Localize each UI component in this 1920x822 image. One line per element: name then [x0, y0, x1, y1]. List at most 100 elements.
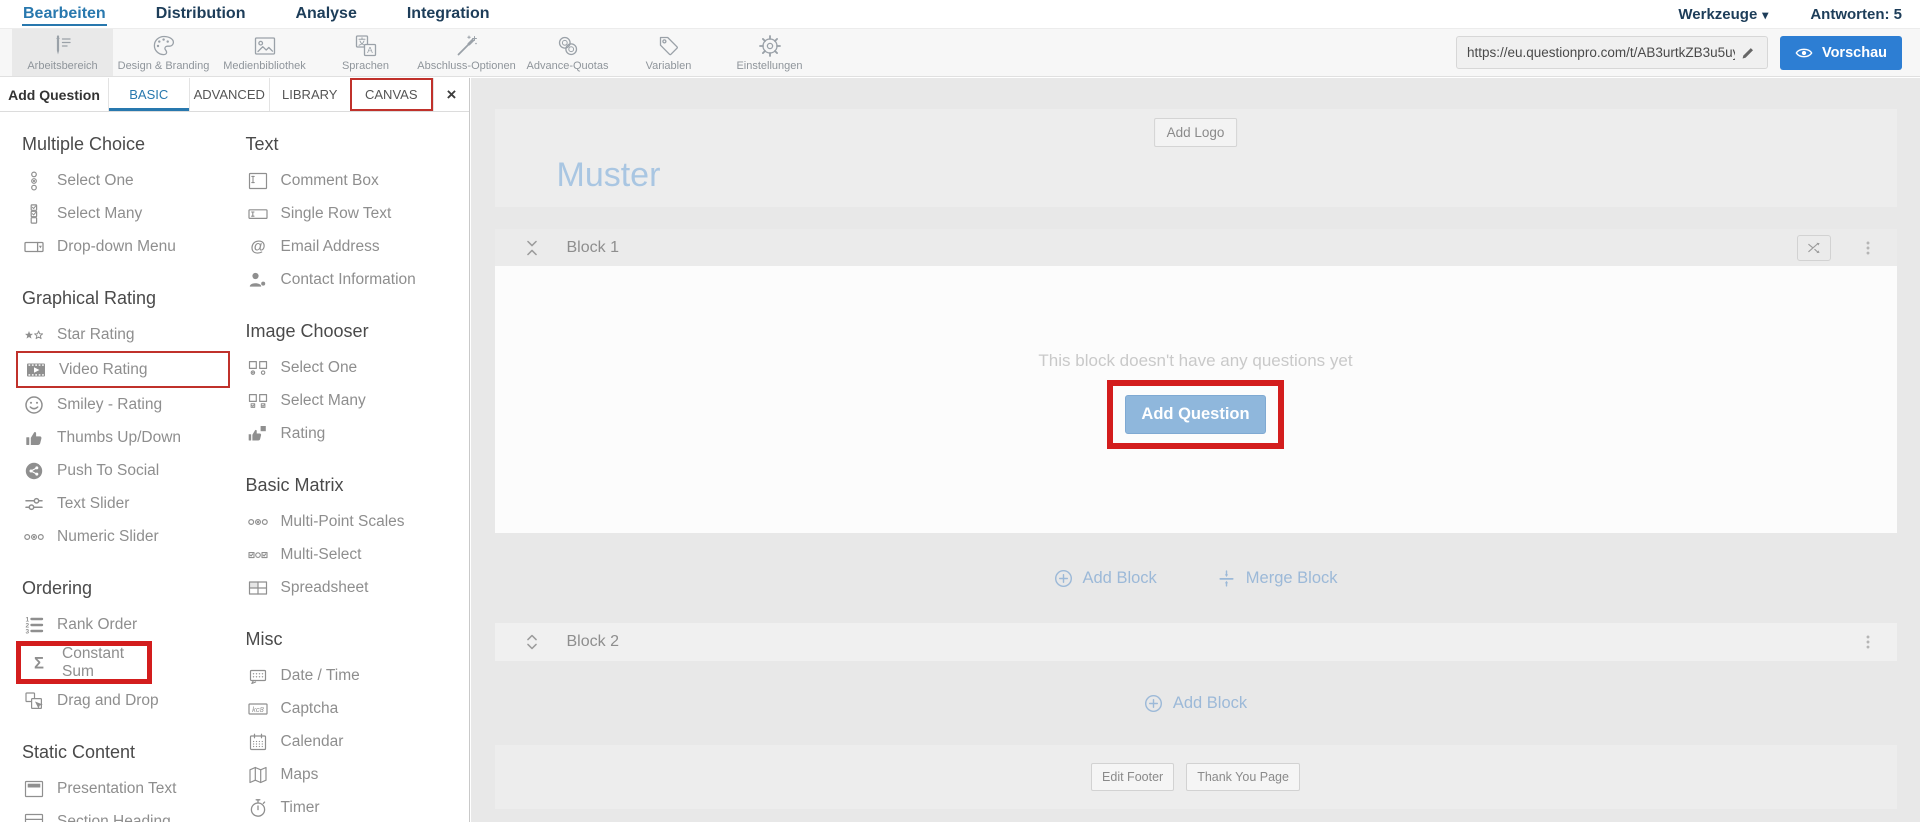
- add-block-button-2[interactable]: Add Block: [1144, 694, 1247, 713]
- section-title: Multiple Choice: [22, 134, 246, 155]
- randomize-questions-button[interactable]: [1797, 235, 1831, 261]
- question-type-label: Select One: [57, 172, 134, 190]
- presentation-icon: [22, 778, 46, 799]
- collapse-icon[interactable]: [523, 239, 541, 257]
- thumb-icon: [22, 427, 46, 448]
- toolbar-arbeitsbereich[interactable]: Arbeitsbereich: [12, 29, 113, 76]
- question-type-presentation-text[interactable]: Presentation Text: [22, 772, 246, 805]
- question-type-comment-box[interactable]: Comment Box: [246, 164, 470, 197]
- toolbar-label: Variablen: [646, 60, 692, 72]
- question-type-captcha[interactable]: kc8Captcha: [246, 692, 470, 725]
- nav-bearbeiten[interactable]: Bearbeiten: [22, 3, 107, 26]
- question-type-email-address[interactable]: @Email Address: [246, 230, 470, 263]
- question-type-push-to-social[interactable]: Push To Social: [22, 454, 246, 487]
- question-type-select-many[interactable]: Select Many: [246, 384, 470, 417]
- question-type-label: Select One: [281, 359, 358, 377]
- nav-analyse[interactable]: Analyse: [294, 3, 357, 26]
- question-type-spreadsheet[interactable]: Spreadsheet: [246, 571, 470, 604]
- toolbar-sprachen[interactable]: ASprachen: [315, 29, 416, 76]
- editor-toolbar: ArbeitsbereichDesign & Branding Medienbib…: [0, 28, 1920, 77]
- add-block-button[interactable]: Add Block: [1054, 569, 1157, 588]
- toolbar-einstellungen[interactable]: Einstellungen: [719, 29, 820, 76]
- question-type-timer[interactable]: Timer: [246, 791, 470, 822]
- question-type-contact-information[interactable]: Contact Information: [246, 263, 470, 296]
- spreadsheet-icon: [246, 577, 270, 598]
- nav-integration[interactable]: Integration: [406, 3, 491, 26]
- question-type-drop-down-menu[interactable]: Drop-down Menu: [22, 230, 246, 263]
- question-type-constant-sum[interactable]: ΣConstant Sum: [16, 641, 152, 684]
- tab-basic[interactable]: BASIC: [108, 78, 189, 111]
- question-type-smiley-rating[interactable]: Smiley - Rating: [22, 388, 246, 421]
- question-type-single-row-text[interactable]: Single Row Text: [246, 197, 470, 230]
- add-block-row: Add Block: [495, 661, 1897, 745]
- kebab-menu-icon[interactable]: [1859, 633, 1877, 651]
- question-type-label: Rating: [281, 425, 326, 443]
- toolbar-label: Medienbibliothek: [223, 60, 306, 72]
- toolbar-advance-quotas[interactable]: Advance-Quotas: [517, 29, 618, 76]
- slider-dots-icon: [22, 526, 46, 547]
- question-type-label: Star Rating: [57, 326, 135, 344]
- toolbar-variablen[interactable]: Variablen: [618, 29, 719, 76]
- block-title: Block 1: [567, 239, 619, 257]
- question-type-multi-point-scales[interactable]: Multi-Point Scales: [246, 505, 470, 538]
- question-type-video-rating[interactable]: Video Rating: [16, 351, 230, 388]
- tab-library[interactable]: LIBRARY: [269, 78, 350, 111]
- tab-advanced[interactable]: ADVANCED: [189, 78, 270, 111]
- section-ordering: Ordering123Rank OrderΣConstant SumDrag a…: [22, 578, 246, 717]
- thank-you-page-button[interactable]: Thank You Page: [1186, 763, 1300, 791]
- question-type-label: Single Row Text: [281, 205, 392, 223]
- smiley-icon: [22, 394, 46, 415]
- question-type-numeric-slider[interactable]: Numeric Slider: [22, 520, 246, 553]
- edit-url-pencil-icon[interactable]: [1735, 40, 1761, 66]
- question-type-label: Section Heading: [57, 813, 171, 822]
- survey-url-box: [1456, 36, 1768, 69]
- question-type-date-time[interactable]: Date / Time: [246, 659, 470, 692]
- question-type-label: Smiley - Rating: [57, 396, 162, 414]
- tab-canvas[interactable]: CANVAS: [350, 78, 434, 111]
- kebab-menu-icon[interactable]: [1859, 239, 1877, 257]
- toolbar-abschluss-optionen[interactable]: Abschluss-Optionen: [416, 29, 517, 76]
- toolbar-label: Advance-Quotas: [527, 60, 609, 72]
- question-type-section-heading[interactable]: Section Heading: [22, 805, 246, 822]
- question-type-drag-and-drop[interactable]: Drag and Drop: [22, 684, 246, 717]
- block-2-card: Block 2: [495, 623, 1897, 661]
- section-title: Ordering: [22, 578, 246, 599]
- question-type-maps[interactable]: Maps: [246, 758, 470, 791]
- question-type-label: Timer: [281, 799, 320, 817]
- question-type-label: Drop-down Menu: [57, 238, 176, 256]
- survey-title[interactable]: Muster: [557, 156, 661, 195]
- toolbar-design-branding[interactable]: Design & Branding: [113, 29, 214, 76]
- add-logo-button[interactable]: Add Logo: [1154, 118, 1238, 147]
- add-question-button[interactable]: Add Question: [1125, 395, 1265, 434]
- survey-url-input[interactable]: [1467, 45, 1735, 60]
- close-panel-button[interactable]: ×: [433, 78, 469, 111]
- question-type-rank-order[interactable]: 123Rank Order: [22, 608, 246, 641]
- preview-button[interactable]: Vorschau: [1780, 36, 1902, 70]
- datetime-icon: [246, 665, 270, 686]
- section-title: Graphical Rating: [22, 288, 246, 309]
- question-type-star-rating[interactable]: Star Rating: [22, 318, 246, 351]
- responses-count[interactable]: Antworten: 5: [1810, 6, 1902, 23]
- tools-menu[interactable]: Werkzeuge▾: [1678, 6, 1768, 23]
- block-1-header: Block 1: [495, 229, 1897, 266]
- question-type-rating[interactable]: Rating: [246, 417, 470, 450]
- section-basic-matrix: Basic MatrixMulti-Point ScalesMulti-Sele…: [246, 475, 470, 604]
- nav-distribution[interactable]: Distribution: [155, 3, 247, 26]
- section-text: TextComment BoxSingle Row Text@Email Add…: [246, 134, 470, 296]
- edit-footer-button[interactable]: Edit Footer: [1091, 763, 1174, 791]
- question-type-multi-select[interactable]: Multi-Select: [246, 538, 470, 571]
- block-actions-row: Add Block Merge Block: [495, 533, 1897, 623]
- question-type-text-slider[interactable]: Text Slider: [22, 487, 246, 520]
- question-type-select-one[interactable]: Select One: [246, 351, 470, 384]
- merge-block-button[interactable]: Merge Block: [1217, 569, 1338, 588]
- question-type-select-many[interactable]: Select Many: [22, 197, 246, 230]
- question-type-label: Numeric Slider: [57, 528, 159, 546]
- toolbar-medienbibliothek[interactable]: Medienbibliothek: [214, 29, 315, 76]
- expand-icon[interactable]: [523, 633, 541, 651]
- question-type-label: Thumbs Up/Down: [57, 429, 181, 447]
- question-type-calendar[interactable]: Calendar: [246, 725, 470, 758]
- question-type-thumbs-up-down[interactable]: Thumbs Up/Down: [22, 421, 246, 454]
- question-type-select-one[interactable]: Select One: [22, 164, 246, 197]
- image-rating-icon: [246, 423, 270, 444]
- timer-icon: [246, 797, 270, 818]
